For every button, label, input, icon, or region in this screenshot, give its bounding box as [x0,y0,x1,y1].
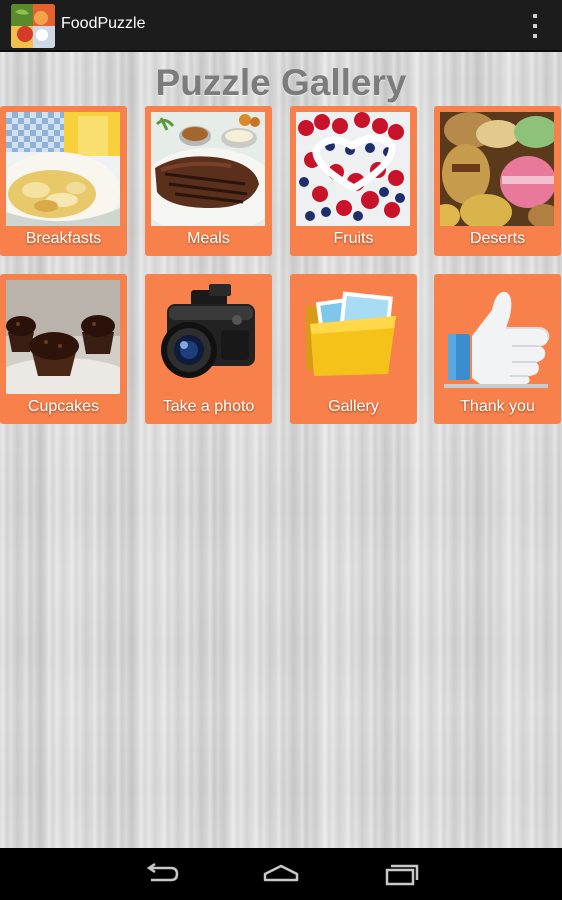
action-bar: FoodPuzzle [0,0,562,52]
page-title: Puzzle Gallery [155,62,407,103]
tile-label: Gallery [328,398,379,415]
overflow-menu-icon[interactable] [530,14,540,38]
tile-label: Deserts [469,230,526,247]
camera-icon [151,280,265,394]
app-title: FoodPuzzle [61,15,146,32]
tile-deserts[interactable]: Deserts [434,106,561,256]
breakfast-image [6,112,120,226]
berries-image [296,112,410,226]
tile-label: Take a photo [162,398,255,415]
system-navigation-bar [0,848,562,900]
tile-label: Cupcakes [27,398,100,415]
cupcakes-image [6,280,120,394]
tile-label: Fruits [333,230,374,247]
menu-dot [533,24,537,28]
tile-thank-you[interactable]: Thank you [434,274,561,424]
recent-apps-icon[interactable] [377,858,425,890]
steak-meal-image [151,112,265,226]
foodpuzzle-app-icon[interactable] [11,4,55,48]
tile-meals[interactable]: Meals [145,106,272,256]
tile-gallery[interactable]: Gallery [290,274,417,424]
tile-take-a-photo[interactable]: Take a photo [145,274,272,424]
menu-dot [533,14,537,18]
home-icon[interactable] [257,858,305,890]
gallery-folder-icon [296,280,410,394]
thumbs-up-icon [440,280,554,394]
app-screen: FoodPuzzle Puzzle Gallery Breakfasts Mea… [0,0,562,900]
tile-cupcakes[interactable]: Cupcakes [0,274,127,424]
tile-label: Meals [187,230,230,247]
tile-label: Breakfasts [25,230,102,247]
tile-breakfasts[interactable]: Breakfasts [0,106,127,256]
macarons-image [440,112,554,226]
menu-dot [533,34,537,38]
tile-fruits[interactable]: Fruits [290,106,417,256]
content-area: Puzzle Gallery Breakfasts Meals Fruits D… [0,52,562,848]
tile-label: Thank you [460,398,535,415]
back-icon[interactable] [137,858,185,890]
